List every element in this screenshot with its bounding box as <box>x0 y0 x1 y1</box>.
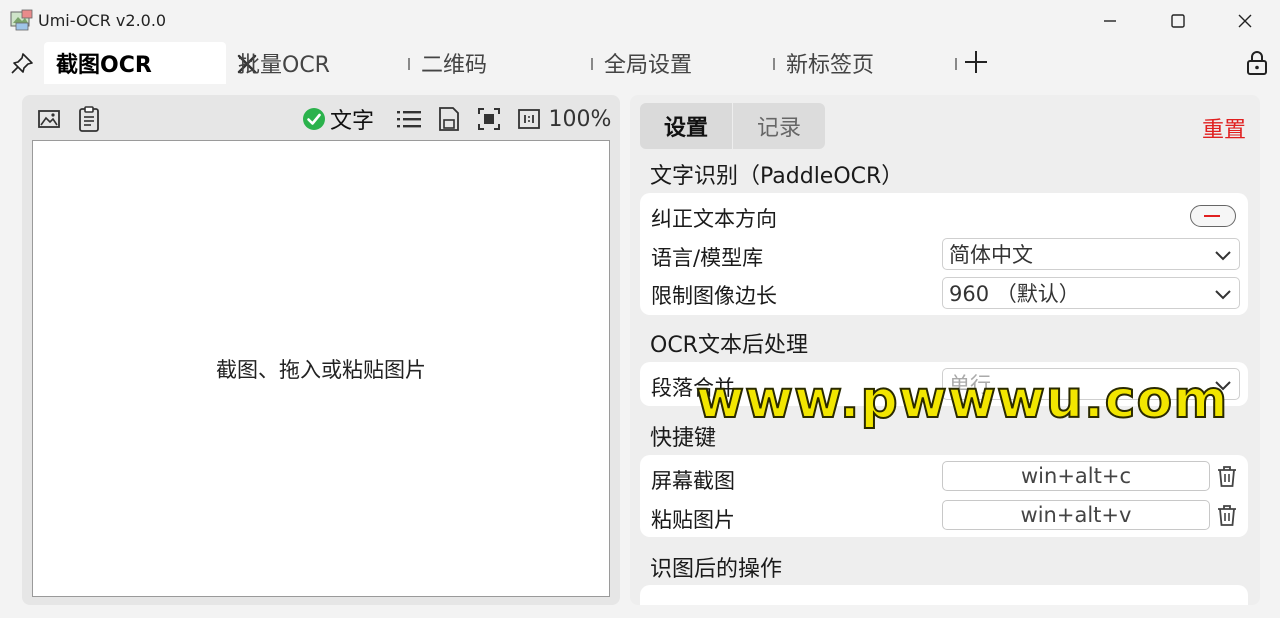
section-title-after-ocr: 识图后的操作 <box>650 557 783 582</box>
section-title-ocr: 文字识别（PaddleOCR） <box>650 164 904 189</box>
maximize-button[interactable] <box>1148 4 1208 38</box>
show-text-toggle[interactable]: 文字 <box>298 103 378 135</box>
tab-label: 全局设置 <box>604 53 693 78</box>
text-list-button[interactable] <box>394 103 424 135</box>
window-title: Umi-OCR v2.0.0 <box>38 11 167 30</box>
tab-label: 二维码 <box>421 53 488 78</box>
drop-hint: 截图、拖入或粘贴图片 <box>216 357 426 382</box>
correct-direction-toggle[interactable] <box>1190 205 1236 227</box>
save-icon <box>439 107 459 131</box>
clipboard-icon <box>79 106 99 132</box>
app-logo-icon <box>10 9 33 31</box>
fit-view-button[interactable] <box>474 103 504 135</box>
open-image-button[interactable] <box>34 103 64 135</box>
pin-icon[interactable] <box>8 51 36 75</box>
save-image-button[interactable] <box>434 103 464 135</box>
tab-separator <box>773 58 775 70</box>
tab-batch-ocr[interactable]: 批量OCR <box>238 42 330 84</box>
zoom-level: 100% <box>548 106 612 132</box>
row-label: 限制图像边长 <box>651 284 777 308</box>
tab-settings[interactable]: 设置 <box>640 103 732 149</box>
actual-size-button[interactable] <box>514 103 544 135</box>
toggle-off-indicator <box>1204 215 1220 217</box>
list-icon <box>397 111 421 128</box>
add-tab-icon[interactable] <box>962 48 990 76</box>
checkmark-icon <box>302 108 325 130</box>
chevron-down-icon <box>1215 251 1231 261</box>
image-panel: 文字 100% 截图、拖入或粘贴图片 <box>22 95 620 605</box>
trash-icon[interactable] <box>1215 503 1239 527</box>
reset-button[interactable]: 重置 <box>1202 112 1246 144</box>
row-label: 语言/模型库 <box>651 246 764 270</box>
minimize-button[interactable] <box>1080 4 1140 38</box>
show-text-label: 文字 <box>329 109 374 134</box>
close-window-button[interactable] <box>1215 4 1275 38</box>
section-title-postprocess: OCR文本后处理 <box>650 333 808 358</box>
image-limit-select[interactable]: 960 （默认） <box>942 277 1240 309</box>
tab-new-tab[interactable]: 新标签页 <box>786 42 874 84</box>
tab-global-settings[interactable]: 全局设置 <box>604 42 692 84</box>
tab-label: 新标签页 <box>786 53 875 78</box>
select-value: 简体中文 <box>949 243 1033 267</box>
tab-screenshot-ocr[interactable]: 截图OCR <box>44 42 257 84</box>
title-bar: Umi-OCR v2.0.0 <box>0 0 1280 42</box>
image-drop-area[interactable]: 截图、拖入或粘贴图片 <box>32 140 610 597</box>
tab-qrcode[interactable]: 二维码 <box>421 42 487 84</box>
tab-label: 批量OCR <box>238 53 330 78</box>
tab-separator <box>408 58 410 70</box>
maximize-icon <box>1171 14 1185 28</box>
chevron-down-icon <box>1215 290 1231 300</box>
paste-hotkey-input[interactable]: win+alt+v <box>942 500 1210 530</box>
after-ocr-card <box>640 585 1248 605</box>
close-icon <box>1238 14 1252 28</box>
image-icon <box>38 110 60 128</box>
row-label: 纠正文本方向 <box>651 207 777 231</box>
row-label: 屏幕截图 <box>651 469 735 493</box>
settings-panel: 设置 记录 重置 文字识别（PaddleOCR） 纠正文本方向 语言/模型库 简… <box>630 95 1260 605</box>
hotkeys-card: 屏幕截图 win+alt+c 粘贴图片 win+alt+v <box>640 455 1248 537</box>
tab-bar: 截图OCR 批量OCR 二维码 全局设置 新标签页 <box>0 42 1280 84</box>
tab-separator <box>955 58 957 70</box>
tab-separator <box>591 58 593 70</box>
row-label: 粘贴图片 <box>651 508 735 532</box>
one-to-one-icon <box>518 109 540 129</box>
minimize-icon <box>1104 20 1116 22</box>
language-select[interactable]: 简体中文 <box>942 238 1240 270</box>
trash-icon[interactable] <box>1215 464 1239 488</box>
tab-label: 截图OCR <box>56 53 152 78</box>
select-value: 960 （默认） <box>949 282 1080 306</box>
ocr-settings-card: 纠正文本方向 语言/模型库 简体中文 限制图像边长 960 （默认） <box>640 193 1248 315</box>
fullscreen-icon <box>478 108 500 130</box>
tab-records[interactable]: 记录 <box>733 103 825 149</box>
screenshot-hotkey-input[interactable]: win+alt+c <box>942 461 1210 491</box>
lock-icon[interactable] <box>1244 50 1270 76</box>
watermark-text: www.pwwwu.com <box>695 369 1229 431</box>
paste-clipboard-button[interactable] <box>74 103 104 135</box>
